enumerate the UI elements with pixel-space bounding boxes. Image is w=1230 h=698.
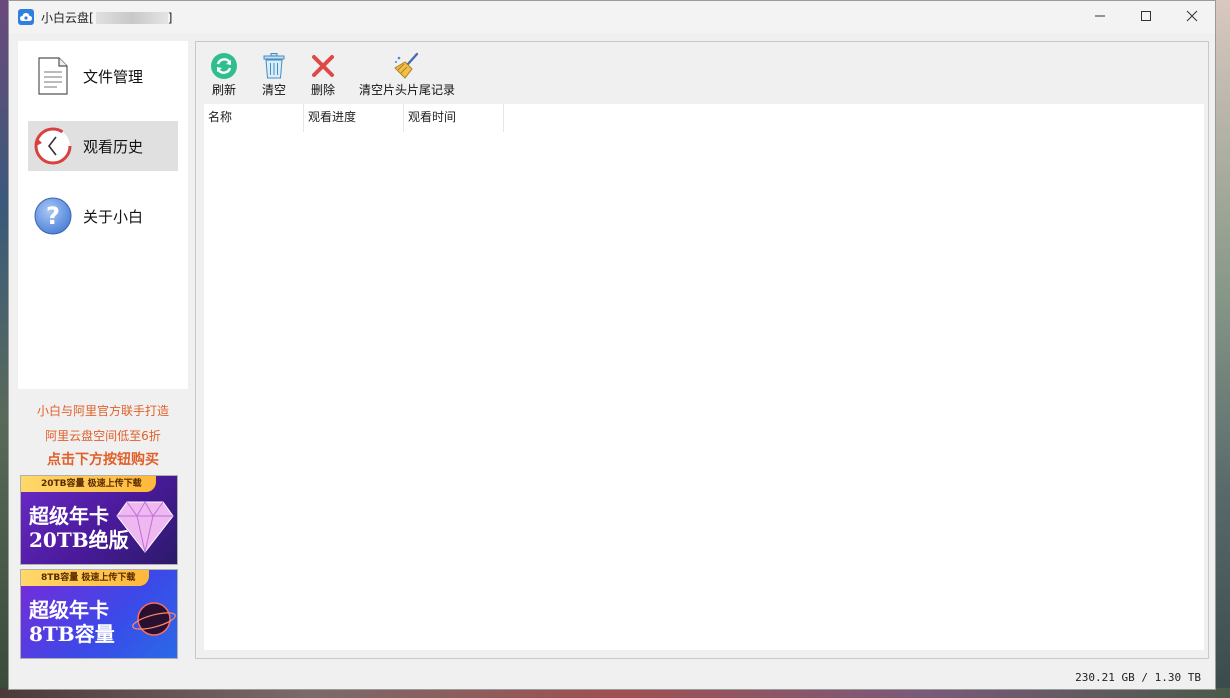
sidebar-item-file-management[interactable]: 文件管理 [28,51,178,101]
ad-title-1: 超级年卡 [29,504,109,528]
clear-intro-outro-label: 清空片头片尾记录 [359,83,456,97]
history-clock-icon [33,126,73,166]
window-title-suffix: ] [167,10,173,25]
svg-text:?: ? [46,202,60,230]
history-list[interactable]: 名称 观看进度 观看时间 [204,104,1204,650]
window-title-text: 小白云盘[ [41,10,94,25]
sidebar: 文件管理 观看历史 ? 关于小白 [18,41,188,389]
ad-title-2: 8TB容量 [29,622,115,646]
refresh-label: 刷新 [211,83,236,97]
ad-title-1: 超级年卡 [29,598,109,622]
toolbar: 刷新 清空 删除 清空片头片尾记录 [196,42,1208,102]
column-header-watch-time[interactable]: 观看时间 [404,104,504,132]
minimize-icon [1095,15,1105,17]
sidebar-item-label: 文件管理 [83,67,144,86]
window-title: 小白云盘[] [41,9,172,26]
title-bar[interactable]: 小白云盘[] [9,1,1215,33]
clear-button[interactable]: 清空 [260,52,288,98]
ad-title-2: 20TB绝版 [29,528,129,552]
history-table-header: 名称 观看进度 观看时间 [204,104,1204,132]
app-window: 小白云盘[] 文件管理 观看历史 ? 关于小白 小白与阿里官方联手打造 阿里云盘… [8,0,1216,690]
refresh-icon [211,53,237,79]
diamond-icon [116,500,174,553]
sidebar-item-watch-history[interactable]: 观看历史 [28,121,178,171]
document-icon [33,56,73,96]
clear-intro-outro-button[interactable]: 清空片头片尾记录 [359,52,455,98]
delete-label: 删除 [310,83,335,97]
ad-banner-20tb[interactable]: 20TB容量 极速上传下载 超级年卡 20TB绝版 [20,475,178,565]
promo-text: 小白与阿里官方联手打造 阿里云盘空间低至6折 点击下方按钮购买 [18,399,188,474]
ad-strip: 20TB容量 极速上传下载 [21,476,156,492]
close-button[interactable] [1169,1,1215,31]
redacted-account [95,12,168,24]
planet-icon [132,602,176,636]
promo-line-2: 阿里云盘空间低至6折 [45,429,161,443]
history-panel: 刷新 清空 删除 清空片头片尾记录 名称 观看进度 观看时间 [195,41,1209,659]
column-header-name[interactable]: 名称 [204,104,304,132]
clear-label: 清空 [261,83,286,97]
sidebar-item-label: 关于小白 [83,207,144,226]
minimize-button[interactable] [1077,1,1123,31]
sidebar-item-label: 观看历史 [83,137,144,156]
help-icon: ? [33,196,73,236]
trash-icon [263,53,285,79]
maximize-button[interactable] [1123,1,1169,31]
close-icon [1186,10,1198,22]
desktop-background-right [1216,0,1230,698]
ad-strip: 8TB容量 极速上传下载 [21,570,150,586]
column-header-progress[interactable]: 观看进度 [304,104,404,132]
cloud-app-icon [18,9,34,25]
storage-status: 230.21 GB / 1.30 TB [1075,671,1201,684]
promo-line-1: 小白与阿里官方联手打造 [36,404,169,418]
ad-banner-8tb[interactable]: 8TB容量 极速上传下载 超级年卡 8TB容量 [20,569,178,659]
delete-x-icon [312,55,334,77]
maximize-icon [1141,11,1151,21]
desktop-background-left [0,0,8,698]
window-controls [1077,1,1215,33]
sidebar-item-about[interactable]: ? 关于小白 [28,191,178,241]
broom-icon [394,52,419,79]
promo-line-3: 点击下方按钮购买 [47,452,159,468]
delete-button[interactable]: 删除 [309,52,337,98]
refresh-button[interactable]: 刷新 [210,52,238,98]
